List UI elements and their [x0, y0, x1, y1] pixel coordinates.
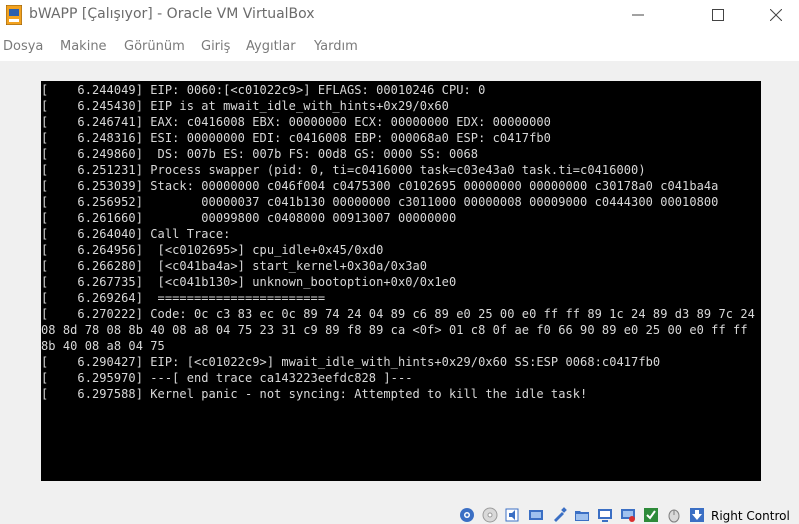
console-line: [ 6.248316] ESI: 00000000 EDI: c0416008 … — [41, 131, 551, 145]
console-line: [ 6.261660] 00099800 c0408000 00913007 0… — [41, 211, 457, 225]
guest-additions-icon[interactable] — [643, 507, 659, 523]
display-icon[interactable] — [597, 507, 613, 523]
menu-makine[interactable]: Makine — [60, 39, 107, 54]
console-line: [ 6.297588] Kernel panic - not syncing: … — [41, 387, 588, 401]
console-line: [ 6.253039] Stack: 00000000 c046f004 c04… — [41, 179, 719, 193]
console-line: [ 6.269264] ======================= — [41, 291, 326, 305]
console-line: [ 6.266280] [<c041ba4a>] start_kernel+0x… — [41, 259, 428, 273]
menu-gorunum[interactable]: Görünüm — [124, 39, 185, 54]
console-line: [ 6.270222] Code: 0c c3 83 ec 0c 89 74 2… — [41, 307, 755, 353]
mouse-integration-icon[interactable] — [666, 507, 682, 523]
maximize-icon — [712, 9, 724, 21]
close-button[interactable] — [753, 0, 799, 30]
console-line: [ 6.264956] [<c0102695>] cpu_idle+0x45/0… — [41, 243, 384, 257]
console-line: [ 6.246741] EAX: c0416008 EBX: 00000000 … — [41, 115, 551, 129]
menu-bar: Dosya Makine Görünüm Giriş Aygıtlar Yard… — [0, 33, 799, 61]
console-output: [ 6.244049] EIP: 0060:[<c01022c9>] EFLAG… — [41, 82, 761, 402]
host-key-label: Right Control — [711, 509, 790, 523]
console-line: [ 6.264040] Call Trace: — [41, 227, 231, 241]
window-title: bWAPP [Çalışıyor] - Oracle VM VirtualBox — [29, 6, 315, 22]
menu-aygitlar[interactable]: Aygıtlar — [246, 39, 296, 54]
console-line: [ 6.256952] 00000037 c041b130 00000000 c… — [41, 195, 719, 209]
console-line: [ 6.251231] Process swapper (pid: 0, ti=… — [41, 163, 646, 177]
console-line: [ 6.244049] EIP: 0060:[<c01022c9>] EFLAG… — [41, 83, 486, 97]
console-line: [ 6.249860] DS: 007b ES: 007b FS: 00d8 G… — [41, 147, 479, 161]
maximize-button[interactable] — [695, 0, 741, 30]
audio-icon[interactable] — [505, 507, 521, 523]
menu-dosya[interactable]: Dosya — [3, 39, 43, 54]
optical-drive-icon[interactable] — [482, 507, 498, 523]
console-line: [ 6.290427] EIP: [<c01022c9>] mwait_idle… — [41, 355, 661, 369]
video-capture-icon[interactable] — [620, 507, 636, 523]
close-icon — [770, 9, 782, 21]
menu-giris[interactable]: Giriş — [201, 39, 230, 54]
usb-icon[interactable] — [551, 507, 567, 523]
host-key-arrow-icon[interactable] — [689, 507, 705, 523]
minimize-icon — [632, 14, 644, 16]
menu-yardim[interactable]: Yardım — [314, 39, 358, 54]
console-line: [ 6.295970] ---[ end trace ca143223eefdc… — [41, 371, 413, 385]
console-line: [ 6.267735] [<c041b130>] unknown_bootopt… — [41, 275, 457, 289]
network-icon[interactable] — [528, 507, 544, 523]
vm-console-screen[interactable]: [ 6.244049] EIP: 0060:[<c01022c9>] EFLAG… — [41, 81, 761, 481]
shared-folders-icon[interactable] — [574, 507, 590, 523]
title-bar[interactable]: bWAPP [Çalışıyor] - Oracle VM VirtualBox — [0, 0, 799, 30]
console-line: [ 6.245430] EIP is at mwait_idle_with_hi… — [41, 99, 449, 113]
hard-disk-icon[interactable] — [459, 507, 475, 523]
minimize-button[interactable] — [615, 0, 661, 30]
virtualbox-app-icon — [6, 5, 22, 25]
status-bar: Right Control — [0, 504, 799, 524]
